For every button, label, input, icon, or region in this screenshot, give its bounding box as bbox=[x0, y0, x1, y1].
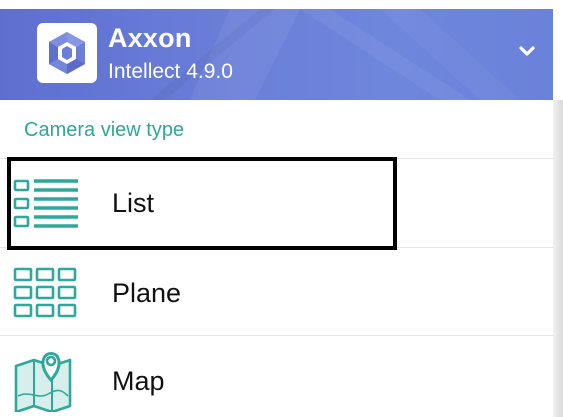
section-header: Camera view type bbox=[0, 100, 553, 158]
view-type-map[interactable]: Map bbox=[0, 336, 553, 417]
view-type-label: Map bbox=[112, 366, 165, 396]
map-view-icon bbox=[14, 352, 72, 412]
app-header: Axxon Intellect 4.9.0 bbox=[0, 9, 553, 100]
header-dropdown-toggle[interactable] bbox=[510, 37, 544, 67]
grid-view-icon bbox=[13, 267, 77, 318]
app-screen: Axxon Intellect 4.9.0 Camera view type L… bbox=[0, 0, 563, 417]
brand-version: Intellect 4.9.0 bbox=[108, 60, 233, 83]
selection-highlight bbox=[7, 157, 397, 250]
section-title: Camera view type bbox=[24, 119, 185, 141]
axxon-logo-icon bbox=[37, 23, 97, 83]
brand-name: Axxon bbox=[108, 23, 192, 53]
view-type-label: Plane bbox=[112, 278, 182, 308]
view-type-plane[interactable]: Plane bbox=[0, 248, 553, 336]
chevron-down-icon bbox=[519, 46, 535, 56]
panel-edge bbox=[553, 100, 563, 417]
